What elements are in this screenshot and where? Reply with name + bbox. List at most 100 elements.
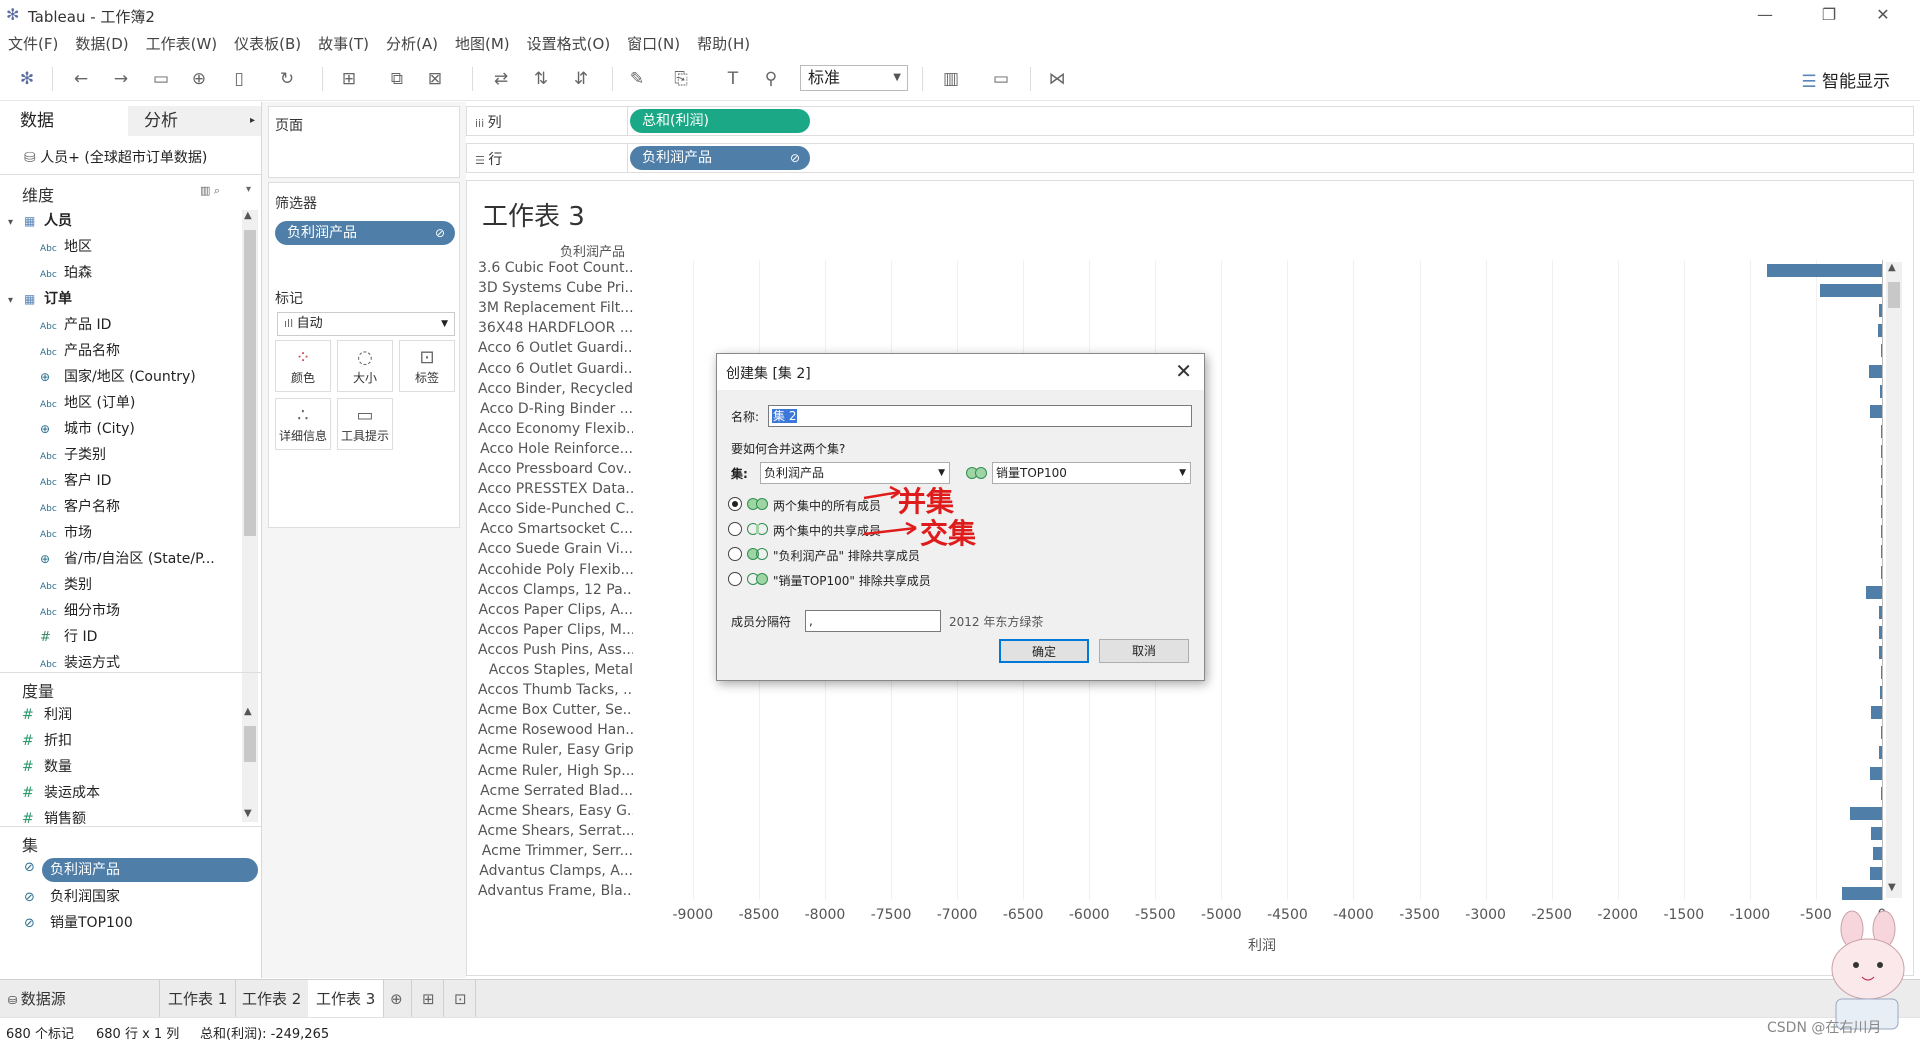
clear-sheet-icon[interactable]: ⊠ (424, 68, 446, 90)
menu-help[interactable]: 帮助(H) (697, 33, 750, 54)
refresh-icon[interactable]: ↻ (276, 68, 298, 90)
field-item[interactable]: Abc 产品名称 (8, 338, 240, 364)
field-item[interactable]: Abc 市场 (8, 520, 240, 546)
show-me-button[interactable]: ☰ 智能显示 (1801, 67, 1890, 92)
field-item[interactable]: Abc 产品 ID (8, 312, 240, 338)
dialog-close-button[interactable]: ✕ (1175, 359, 1192, 383)
new-worksheet-icon[interactable]: ⊕ (382, 980, 412, 1018)
measures-scrollbar[interactable]: ▲ ▼ (242, 706, 258, 822)
tableau-home-icon[interactable]: ✻ (16, 68, 38, 90)
menu-window[interactable]: 窗口(N) (627, 33, 680, 54)
field-item[interactable]: # 行 ID (8, 624, 240, 650)
tab-datasource[interactable]: ⛁ 数据源 (0, 980, 160, 1018)
field-item[interactable]: ⊕ 城市 (City) (8, 416, 240, 442)
redo-icon[interactable]: → (110, 68, 132, 90)
pin-axes-icon[interactable]: ⚲ (760, 68, 782, 90)
separator-input[interactable]: , (805, 610, 941, 632)
tab-sheet-1[interactable]: 工作表 1 (160, 980, 237, 1018)
scroll-up-icon[interactable]: ▲ (1888, 262, 1896, 273)
scroll-thumb[interactable] (244, 726, 256, 762)
show-labels-icon[interactable]: T (722, 68, 744, 90)
new-story-icon[interactable]: ⊡ (446, 980, 476, 1018)
field-item[interactable]: Abc 客户 ID (8, 468, 240, 494)
radio-union[interactable] (728, 497, 742, 511)
pause-updates-icon[interactable]: ▯ (228, 68, 250, 90)
ok-button[interactable]: 确定 (999, 639, 1089, 663)
set-item[interactable]: ⊘ 销量TOP100 (24, 910, 133, 936)
menu-map[interactable]: 地图(M) (455, 33, 510, 54)
scroll-thumb[interactable] (1888, 282, 1900, 308)
measure-item[interactable]: # 数量 (22, 754, 240, 780)
chart-scrollbar[interactable]: ▲ ▼ (1886, 262, 1902, 898)
set-b-select[interactable]: 销量TOP100 ▼ (992, 462, 1191, 484)
cancel-button[interactable]: 取消 (1099, 639, 1189, 663)
fit-dropdown[interactable]: 标准 ▼ (800, 65, 908, 91)
field-item[interactable]: ⊕ 省/市/自治区 (State/P... (8, 546, 240, 572)
dimensions-scrollbar[interactable]: ▲ ▼ (242, 210, 258, 770)
label-mark-button[interactable]: ⊡ 标签 (399, 340, 455, 392)
menu-format[interactable]: 设置格式(O) (527, 33, 611, 54)
field-item[interactable]: Abc 地区 (订单) (8, 390, 240, 416)
scroll-thumb[interactable] (244, 230, 256, 536)
restore-button[interactable]: ❐ (1806, 2, 1852, 28)
menu-dashboard[interactable]: 仪表板(B) (234, 33, 301, 54)
dimensions-menu-icon[interactable]: ▾ (246, 184, 251, 195)
field-item[interactable]: Abc 子类别 (8, 442, 240, 468)
set-item-selected[interactable]: 负利润产品 (42, 858, 258, 882)
tooltip-mark-button[interactable]: ▭ 工具提示 (337, 398, 393, 450)
sort-ascending-icon[interactable]: ⇅ (530, 68, 552, 90)
minimize-button[interactable]: — (1742, 2, 1788, 28)
detail-mark-button[interactable]: ∴ 详细信息 (275, 398, 331, 450)
radio-exclude-b[interactable] (728, 572, 742, 586)
menu-story[interactable]: 故事(T) (318, 33, 369, 54)
set-item[interactable]: ⊘ 负利润国家 (24, 884, 120, 910)
tab-analysis[interactable]: 分析 ▸ (128, 106, 261, 136)
color-mark-button[interactable]: ⁘ 颜色 (275, 340, 331, 392)
field-item[interactable]: ⊕ 国家/地区 (Country) (8, 364, 240, 390)
new-dashboard-icon[interactable]: ⊞ (414, 980, 444, 1018)
table-group-people[interactable]: ▾ ▦ 人员 (8, 208, 240, 234)
highlight-icon[interactable]: ✎ (626, 68, 648, 90)
swap-rows-columns-icon[interactable]: ⇄ (490, 68, 512, 90)
field-item[interactable]: Abc 细分市场 (8, 598, 240, 624)
undo-icon[interactable]: ← (70, 68, 92, 90)
share-icon[interactable]: ⋈ (1046, 68, 1068, 90)
new-datasource-icon[interactable]: ⊕ (188, 68, 210, 90)
scroll-down-icon[interactable]: ▼ (244, 808, 252, 819)
rows-pill[interactable]: 负利润产品 ⊘ (630, 146, 810, 170)
group-members-icon[interactable]: ⎘ (670, 68, 692, 90)
measure-item[interactable]: # 销售额 (22, 806, 240, 826)
radio-intersect[interactable] (728, 522, 742, 536)
measure-item[interactable]: # 装运成本 (22, 780, 240, 806)
tab-data[interactable]: 数据 (0, 106, 128, 136)
view-toggle-icon[interactable]: ▥ ⌕ (200, 184, 220, 198)
measure-item[interactable]: # 折扣 (22, 728, 240, 754)
tab-sheet-3[interactable]: 工作表 3 (308, 980, 385, 1018)
mark-type-dropdown[interactable]: ıll 自动 ▼ (277, 312, 455, 336)
table-group-orders[interactable]: ▾ ▦ 订单 (8, 286, 240, 312)
datasource-item[interactable]: ⛁ 人员+ (全球超市订单数据) (24, 147, 207, 167)
presentation-mode-icon[interactable]: ▭ (990, 68, 1012, 90)
field-item[interactable]: Abc 珀森 (8, 260, 240, 286)
set-name-input[interactable]: 集 2 (768, 405, 1192, 427)
field-item[interactable]: Abc 客户名称 (8, 494, 240, 520)
columns-shelf[interactable]: iii 列 总和(利润) (466, 106, 1914, 136)
sort-descending-icon[interactable]: ⇵ (570, 68, 592, 90)
rows-shelf[interactable]: ☰ 行 负利润产品 ⊘ (466, 143, 1914, 173)
save-icon[interactable]: ▭ (150, 68, 172, 90)
measure-item[interactable]: # 利润 (22, 702, 240, 728)
filter-pill[interactable]: 负利润产品 ⊘ (275, 221, 455, 245)
field-item[interactable]: Abc 装运方式 (8, 650, 240, 670)
menu-worksheet[interactable]: 工作表(W) (146, 33, 218, 54)
duplicate-sheet-icon[interactable]: ⧉ (386, 68, 408, 90)
columns-pill[interactable]: 总和(利润) (630, 109, 810, 133)
new-sheet-icon[interactable]: ⊞ (338, 68, 360, 90)
scroll-up-icon[interactable]: ▲ (244, 706, 252, 717)
menu-file[interactable]: 文件(F) (8, 33, 58, 54)
scroll-down-icon[interactable]: ▼ (1888, 882, 1896, 893)
close-window-button[interactable]: ✕ (1860, 2, 1906, 28)
radio-exclude-a[interactable] (728, 547, 742, 561)
field-item[interactable]: Abc 地区 (8, 234, 240, 260)
menu-data[interactable]: 数据(D) (75, 33, 128, 54)
field-item[interactable]: Abc 类别 (8, 572, 240, 598)
